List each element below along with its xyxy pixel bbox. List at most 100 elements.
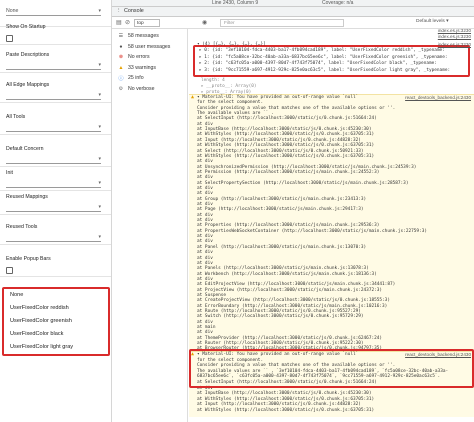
properties-panel: None ▾ Show On Startup Paste Descriptions ▾ A… <box>0 0 112 422</box>
log-line: at SelectInput (http://localhost:3000/st… <box>197 116 377 122</box>
warning-icon: ▲ <box>191 94 195 100</box>
settings-checkbox[interactable] <box>6 35 13 42</box>
section-divider <box>0 44 111 45</box>
log-line: at SelectPropertySection (http://localho… <box>197 180 409 186</box>
log-line: at Permission (http://localhost:3000/sta… <box>197 169 380 175</box>
filter-input[interactable]: Filter <box>220 19 344 27</box>
chevron-down-icon: ▾ <box>98 92 101 98</box>
settings-select[interactable]: ▾ <box>6 155 101 164</box>
screen: { "left_panel": { "sections": [ {"label"… <box>0 0 474 422</box>
log-line: at Workbench (http://localhost:3000/stat… <box>197 271 377 277</box>
verbose-icon: ⚙ <box>118 85 124 92</box>
info-icon: ⓘ <box>118 76 124 82</box>
dropdown-option[interactable]: UserFixedColor light gray <box>10 344 73 350</box>
settings-select[interactable]: ▾ <box>6 123 101 132</box>
source-link[interactable]: react_devtools_backend.js:2430 <box>405 95 471 101</box>
clear-console-icon[interactable]: ⊘ <box>125 19 130 26</box>
warning-highlight <box>189 349 474 388</box>
console-log: index.es.js:3230 index.es.js:3230 ▾ (4) [… <box>189 29 474 422</box>
array-item[interactable]: ▸ 0: {id: "3ef10104-fdca-4403-ba17-4fb09… <box>199 48 445 54</box>
select-dropdown-menu: None UserFixedColor reddish UserFixedColor… <box>2 287 110 356</box>
section-divider <box>0 102 111 103</box>
settings-section: All Edge Mappings ▾ <box>0 82 111 104</box>
devtools: Line 2430, Column 9 Coverage: n/a ⋮ Cons… <box>112 0 474 422</box>
settings-select[interactable]: ▾ <box>6 203 101 212</box>
settings-section: Reused Tools ▾ <box>0 224 111 246</box>
settings-label: Paste Descriptions <box>6 52 50 58</box>
section-divider <box>0 166 111 167</box>
settings-select[interactable]: ▾ <box>6 179 101 188</box>
settings-section: Paste Descriptions ▾ <box>0 52 111 74</box>
log-line: at PropertiesWebSocketContainer (http://… <box>197 228 427 234</box>
settings-label: All Edge Mappings <box>6 82 50 88</box>
log-line: at WithStyles (http://localhost:3000/sta… <box>197 153 375 159</box>
log-levels-select[interactable]: Default levels ▾ <box>416 19 449 24</box>
console-sidebar-item[interactable]: ⓘ 25 info <box>112 74 188 84</box>
context-select[interactable]: top <box>134 19 160 27</box>
select-value: None <box>6 8 19 14</box>
settings-label: Default Concern <box>6 146 44 152</box>
settings-label: Reused Tools <box>6 224 38 230</box>
console-sidebar-item[interactable]: ▲ 33 warnings <box>112 64 188 74</box>
console-sidebar: ☰ 58 messages ● 58 user messages ⊗ No errors ▲… <box>112 29 188 422</box>
settings-label: All Tools <box>6 114 26 120</box>
devtools-status-bar: Line 2430, Column 9 Coverage: n/a <box>112 0 474 7</box>
log-line: at Page (http://localhost:3000/static/js… <box>197 207 364 213</box>
section-divider <box>0 276 111 277</box>
settings-label: Reused Mappings <box>6 194 48 200</box>
cursor-position: Line 2430, Column 9 <box>212 0 259 6</box>
error-icon: ⊗ <box>118 54 124 60</box>
settings-select[interactable]: None ▾ <box>6 7 101 16</box>
sidebar-item-label: No errors <box>128 54 150 60</box>
sidebar-item-label: No verbose <box>128 85 155 92</box>
warning-icon: ▲ <box>118 64 124 71</box>
coverage-status: Coverage: n/a <box>322 0 354 6</box>
console-sidebar-item[interactable]: ⊗ No errors <box>112 53 188 63</box>
eye-icon[interactable]: ◉ <box>202 19 207 26</box>
section-divider <box>0 134 111 135</box>
close-icon[interactable]: ⋮ <box>116 8 121 14</box>
section-divider <box>0 72 111 73</box>
chevron-down-icon: ▾ <box>98 204 101 210</box>
console-sidebar-item[interactable]: ☰ 58 messages <box>112 32 188 42</box>
settings-select[interactable]: ▾ <box>6 233 101 242</box>
section-divider <box>0 244 111 245</box>
dropdown-option[interactable]: UserFixedColor greenish <box>10 318 72 324</box>
tab-console[interactable]: Console <box>124 8 144 14</box>
sidebar-item-label: 58 user messages <box>128 43 171 50</box>
settings-label: Enable Popup Bars <box>6 256 51 262</box>
log-line: at Panel (http://localhost:3000/static/j… <box>197 244 367 250</box>
array-item[interactable]: ▸ 2: {id: "c63fc05a-a000-4397-80d7-4f743… <box>199 61 437 67</box>
settings-select[interactable]: ▾ <box>6 61 101 70</box>
drawer-tabbar: ⋮ Console <box>112 7 474 17</box>
dropdown-option[interactable]: UserFixedColor reddish <box>10 305 69 311</box>
chevron-down-icon: ▾ <box>98 62 101 68</box>
sidebar-item-label: 58 messages <box>128 33 159 39</box>
settings-label: Init <box>6 170 13 176</box>
log-line: at WithStyles (http://localhost:3000/sta… <box>197 408 375 413</box>
array-item[interactable]: ▸ 1: {id: "fc5a08ce-32bc-40ab-a33a-6837b… <box>199 55 447 61</box>
chevron-down-icon: ▾ <box>98 156 101 162</box>
settings-label: Show On Startup <box>6 24 46 30</box>
settings-section: Show On Startup <box>0 24 111 46</box>
chevron-down-icon: ▾ <box>98 234 101 240</box>
console-toolbar: ▤ ⊘ top ◉ Filter Default levels ▾ <box>112 17 474 29</box>
log-line: at Switch (http://localhost:3000/static/… <box>197 314 364 320</box>
settings-section: Default Concern ▾ <box>0 146 111 168</box>
sidebar-item-label: 25 info <box>128 75 144 81</box>
settings-checkbox[interactable] <box>6 267 13 274</box>
sidebar-toggle-icon[interactable]: ▤ <box>116 19 122 26</box>
log-line: at Group (http://localhost:3000/static/j… <box>197 196 367 202</box>
sidebar-item-label: 33 warnings <box>128 64 156 71</box>
settings-section: All Tools ▾ <box>0 114 111 136</box>
settings-select[interactable]: ▾ <box>6 91 101 100</box>
chevron-down-icon: ▾ <box>98 180 101 186</box>
console-sidebar-item[interactable]: ⚙ No verbose <box>112 85 188 95</box>
dropdown-option[interactable]: UserFixedColor black <box>10 331 63 337</box>
array-item[interactable]: ▸ 3: {id: "9cc71559-a697-4912-929c-825e0… <box>199 68 450 74</box>
chevron-down-icon: ▾ <box>98 8 101 14</box>
list-icon: ☰ <box>118 33 124 39</box>
dropdown-option[interactable]: None <box>10 292 23 298</box>
source-link[interactable]: index.es.js:3230 <box>438 34 471 40</box>
console-sidebar-item[interactable]: ● 58 user messages <box>112 43 188 53</box>
